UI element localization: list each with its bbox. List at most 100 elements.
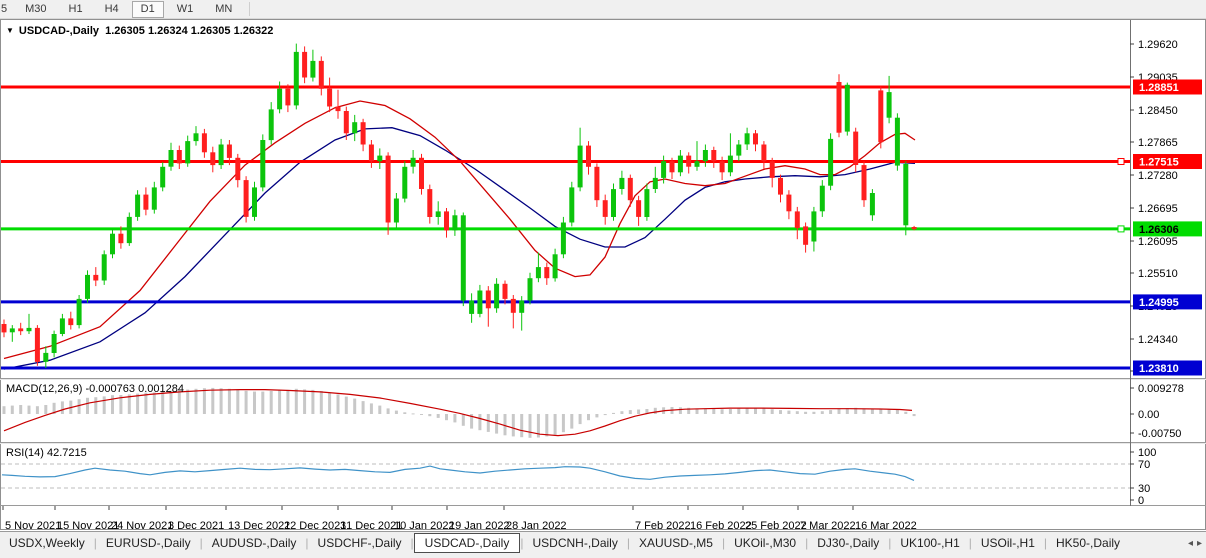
macd-bar — [261, 392, 264, 414]
date-label: 25 Feb 2022 — [745, 520, 807, 531]
tab-scroll-left-icon[interactable]: ◂ — [1188, 538, 1193, 549]
candle-body — [862, 165, 867, 200]
macd-bar — [270, 391, 273, 414]
candle-body — [837, 82, 842, 133]
macd-indicator-label: MACD(12,26,9) -0.000763 0.001284 — [6, 383, 184, 395]
candle-body — [60, 318, 65, 334]
candle-body — [319, 61, 324, 89]
tab-usdcad-daily[interactable]: USDCAD-,Daily — [414, 533, 521, 553]
candle-body — [536, 267, 541, 278]
macd-bar — [337, 394, 340, 414]
candle-body — [177, 150, 182, 163]
price-tick-label: 1.27865 — [1138, 137, 1178, 149]
tab-scroll-arrows: ◂▸ — [1188, 538, 1202, 549]
candle-body — [152, 187, 157, 209]
macd-bar — [796, 411, 799, 414]
timeframe-button-d1[interactable]: D1 — [132, 1, 164, 18]
macd-bar — [136, 394, 139, 414]
timeframe-button-w1[interactable]: W1 — [168, 1, 203, 18]
price-tag-label: 1.26306 — [1139, 224, 1179, 236]
macd-bar — [445, 414, 448, 420]
timeframe-button-mn[interactable]: MN — [206, 1, 241, 18]
tab-hk50-daily[interactable]: HK50-,Daily — [1047, 534, 1129, 552]
chart-canvas[interactable]: 1.296201.290351.284501.278651.272801.266… — [0, 19, 1206, 531]
macd-bar — [654, 408, 657, 414]
chart-symbol-label: USDCAD-,Daily — [19, 25, 99, 37]
macd-bar — [211, 388, 214, 414]
tab-dj30-daily[interactable]: DJ30-,Daily — [808, 534, 888, 552]
macd-bar — [579, 414, 582, 424]
status-strip — [0, 553, 1206, 558]
macd-bar — [228, 389, 231, 414]
tab-xauusd-m5[interactable]: XAUUSD-,M5 — [630, 534, 722, 552]
candle-body — [93, 275, 98, 281]
candle-body — [519, 301, 524, 313]
timeframe-button-m30[interactable]: M30 — [16, 1, 55, 18]
candle-body — [35, 328, 40, 362]
macd-bar — [286, 390, 289, 414]
candle-body — [745, 133, 750, 144]
price-tick-label: 1.28450 — [1138, 105, 1178, 117]
candle-body — [194, 133, 199, 141]
candle-body — [352, 122, 357, 133]
macd-bar — [737, 408, 740, 414]
tab-audusd-daily[interactable]: AUDUSD-,Daily — [203, 534, 306, 552]
macd-bar — [144, 393, 147, 414]
tab-usdx-weekly[interactable]: USDX,Weekly — [0, 534, 94, 552]
candle-body — [644, 189, 649, 217]
price-tag-label: 1.24995 — [1139, 297, 1179, 309]
macd-bar — [220, 388, 223, 414]
macd-bar — [195, 389, 198, 414]
tab-usoil-h1[interactable]: USOil-,H1 — [972, 534, 1044, 552]
candle-body — [85, 275, 90, 299]
macd-bar — [3, 406, 6, 414]
candle-body — [143, 195, 148, 210]
timeframe-button-h4[interactable]: H4 — [96, 1, 128, 18]
timeframe-button-5[interactable]: 5 — [0, 1, 12, 18]
macd-bar — [11, 406, 14, 414]
macd-bar — [879, 409, 882, 414]
tab-scroll-right-icon[interactable]: ▸ — [1197, 538, 1202, 549]
candle-body — [895, 118, 900, 166]
macd-axis-label: 0.00 — [1138, 409, 1159, 421]
candle-body — [386, 156, 391, 223]
chart-title: ▼USDCAD-,Daily 1.26305 1.26324 1.26305 1… — [6, 25, 273, 37]
macd-bar — [712, 409, 715, 414]
tab-ukoil-m30[interactable]: UKOil-,M30 — [725, 534, 805, 552]
macd-bar — [771, 409, 774, 414]
macd-bar — [804, 412, 807, 414]
candle-body — [110, 234, 115, 255]
tab-eurusd-daily[interactable]: EURUSD-,Daily — [97, 534, 200, 552]
tab-usdchf-daily[interactable]: USDCHF-,Daily — [309, 534, 411, 552]
candle-body — [761, 145, 766, 162]
candle-body — [578, 146, 583, 188]
rsi-axis-label: 30 — [1138, 483, 1150, 495]
rsi-axis-label: 100 — [1138, 447, 1156, 459]
candle-body — [219, 145, 224, 166]
macd-bar — [829, 410, 832, 414]
hline-handle[interactable] — [1118, 159, 1124, 165]
candle-body — [912, 227, 917, 229]
date-label: 16 Feb 2022 — [690, 520, 752, 531]
macd-bar — [896, 410, 899, 415]
candle-body — [611, 189, 616, 217]
macd-bar — [838, 409, 841, 414]
macd-bar — [253, 392, 256, 414]
candle-body — [118, 234, 123, 244]
candle-body — [728, 156, 733, 173]
tab-usdcnh-daily[interactable]: USDCNH-,Daily — [523, 534, 626, 552]
macd-bar — [779, 410, 782, 414]
macd-bar — [186, 390, 189, 414]
tab-uk100-h1[interactable]: UK100-,H1 — [891, 534, 968, 552]
macd-bar — [620, 411, 623, 414]
candle-body — [845, 85, 850, 132]
chart-dropdown-icon[interactable]: ▼ — [6, 26, 14, 35]
macd-bar — [604, 414, 607, 415]
hline-handle[interactable] — [1118, 226, 1124, 232]
candle-body — [670, 161, 675, 172]
timeframe-button-h1[interactable]: H1 — [60, 1, 92, 18]
candle-body — [135, 195, 140, 217]
candle-body — [544, 267, 549, 278]
mt4-terminal: 5M30H1H4D1W1MN 1.296201.290351.284501.27… — [0, 0, 1206, 558]
macd-bar — [28, 406, 31, 414]
